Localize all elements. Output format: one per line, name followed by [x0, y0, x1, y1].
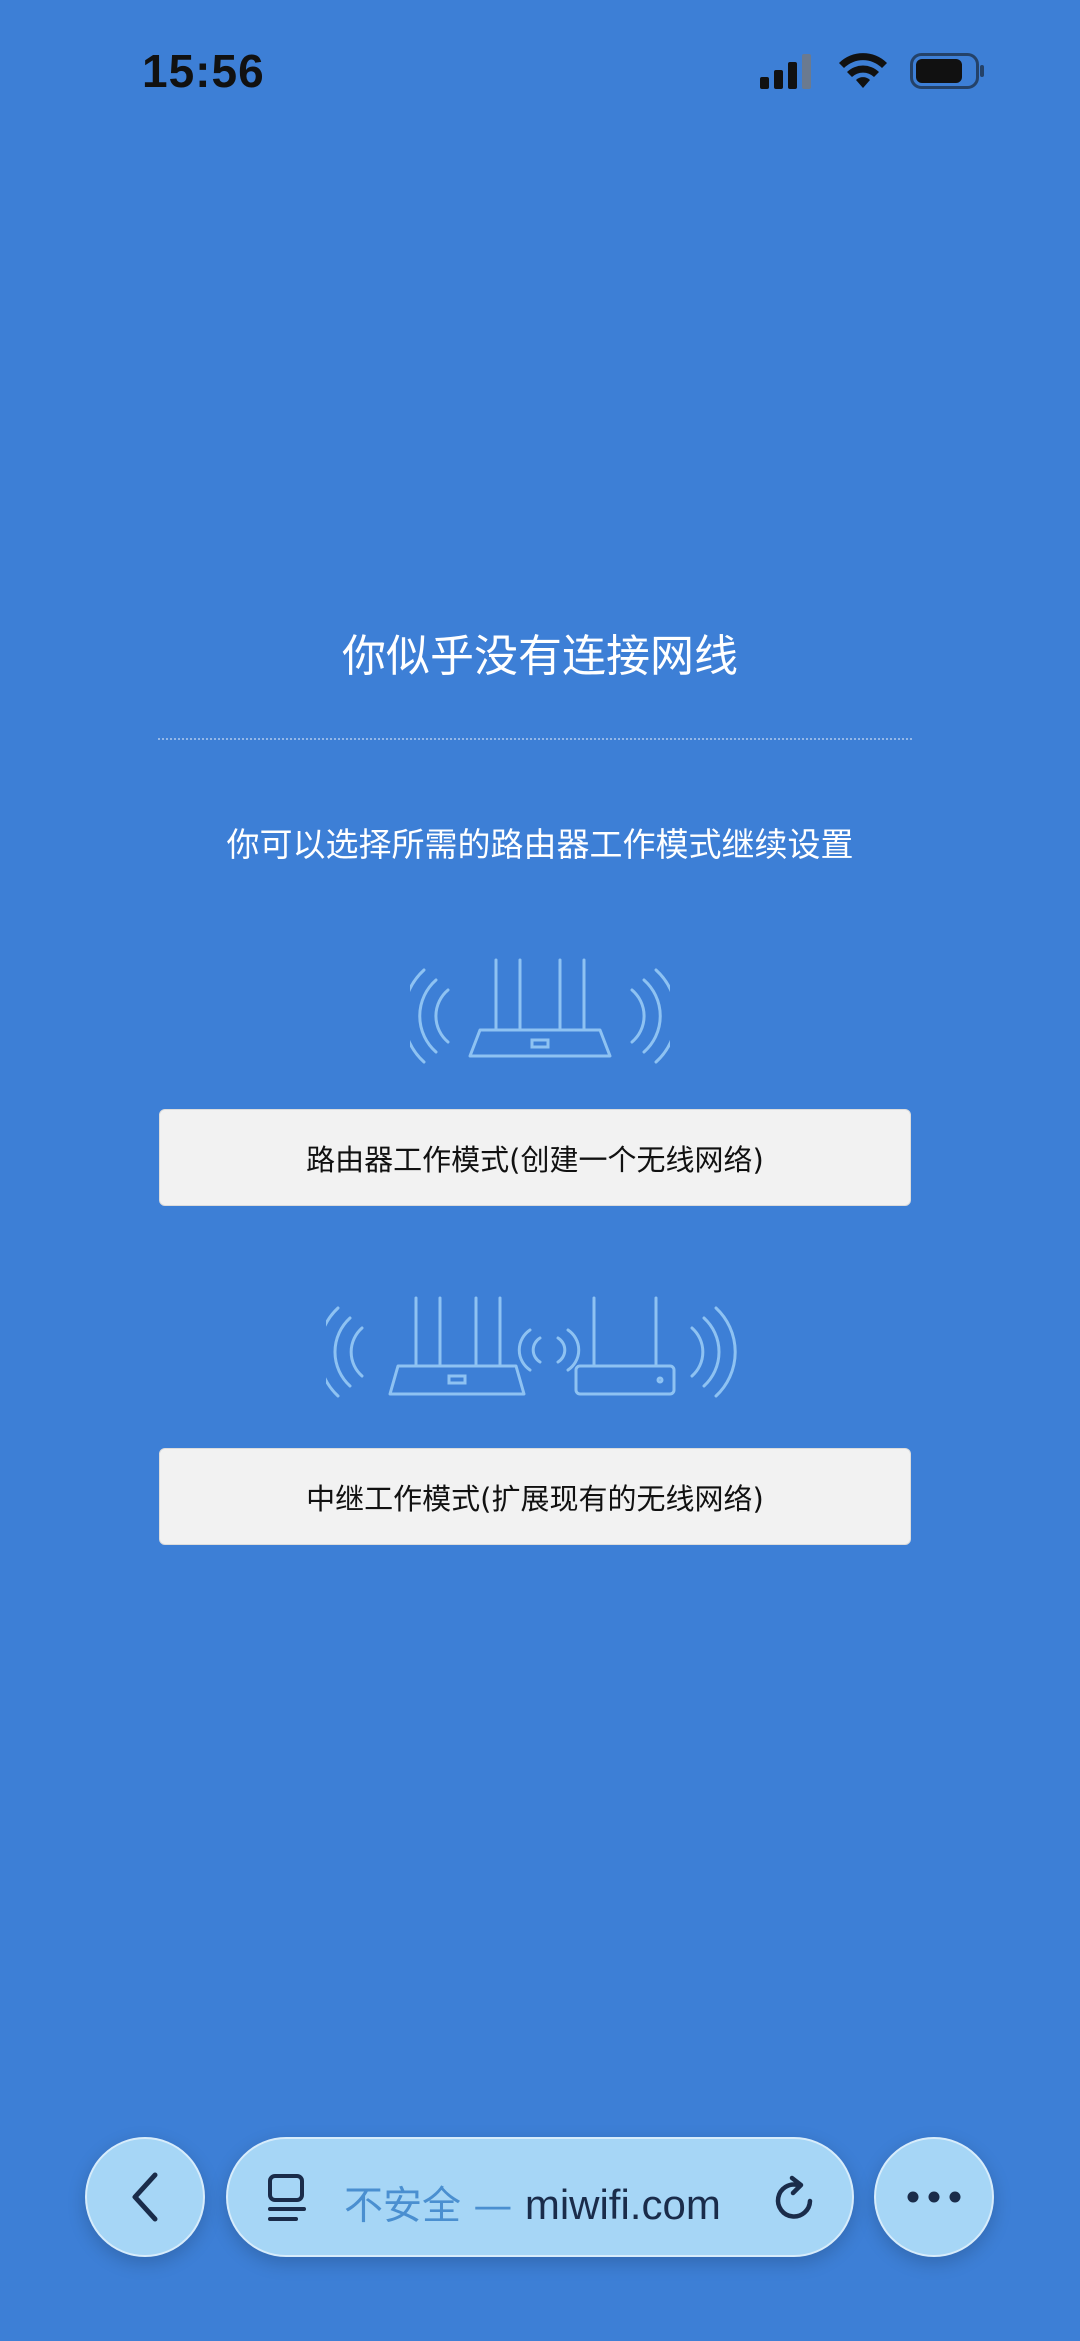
divider	[158, 738, 912, 740]
more-button[interactable]	[874, 2137, 994, 2257]
address-text[interactable]: 不安全 — miwifi.com	[344, 2175, 721, 2231]
status-icons	[760, 52, 986, 90]
address-bar[interactable]: 不安全 — miwifi.com	[226, 2137, 854, 2257]
repeater-mode-button[interactable]: 中继工作模式(扩展现有的无线网络)	[159, 1448, 911, 1545]
domain-label: miwifi.com	[524, 2181, 721, 2228]
router-illustration-icon	[410, 958, 670, 1064]
status-time: 15:56	[142, 45, 265, 97]
router-mode-button[interactable]: 路由器工作模式(创建一个无线网络)	[159, 1109, 911, 1206]
chevron-left-icon	[132, 2172, 158, 2222]
reload-icon[interactable]	[772, 2175, 818, 2223]
page-subtitle: 你可以选择所需的路由器工作模式继续设置	[226, 825, 854, 864]
address-separator: —	[473, 2184, 513, 2229]
battery-icon	[910, 53, 984, 89]
wifi-icon	[839, 53, 887, 88]
screen: 15:56 你似乎没有连接网线 你可以选择所需的路由器工作模式继续设置 路由器工…	[0, 0, 1080, 2341]
back-button[interactable]	[85, 2137, 205, 2257]
repeater-illustration-icon	[326, 1296, 737, 1398]
reader-icon[interactable]	[266, 2173, 310, 2223]
page-title: 你似乎没有连接网线	[342, 631, 738, 682]
cellular-signal-icon	[760, 54, 811, 89]
security-label: 不安全	[344, 2184, 462, 2229]
more-icon	[907, 2191, 961, 2203]
